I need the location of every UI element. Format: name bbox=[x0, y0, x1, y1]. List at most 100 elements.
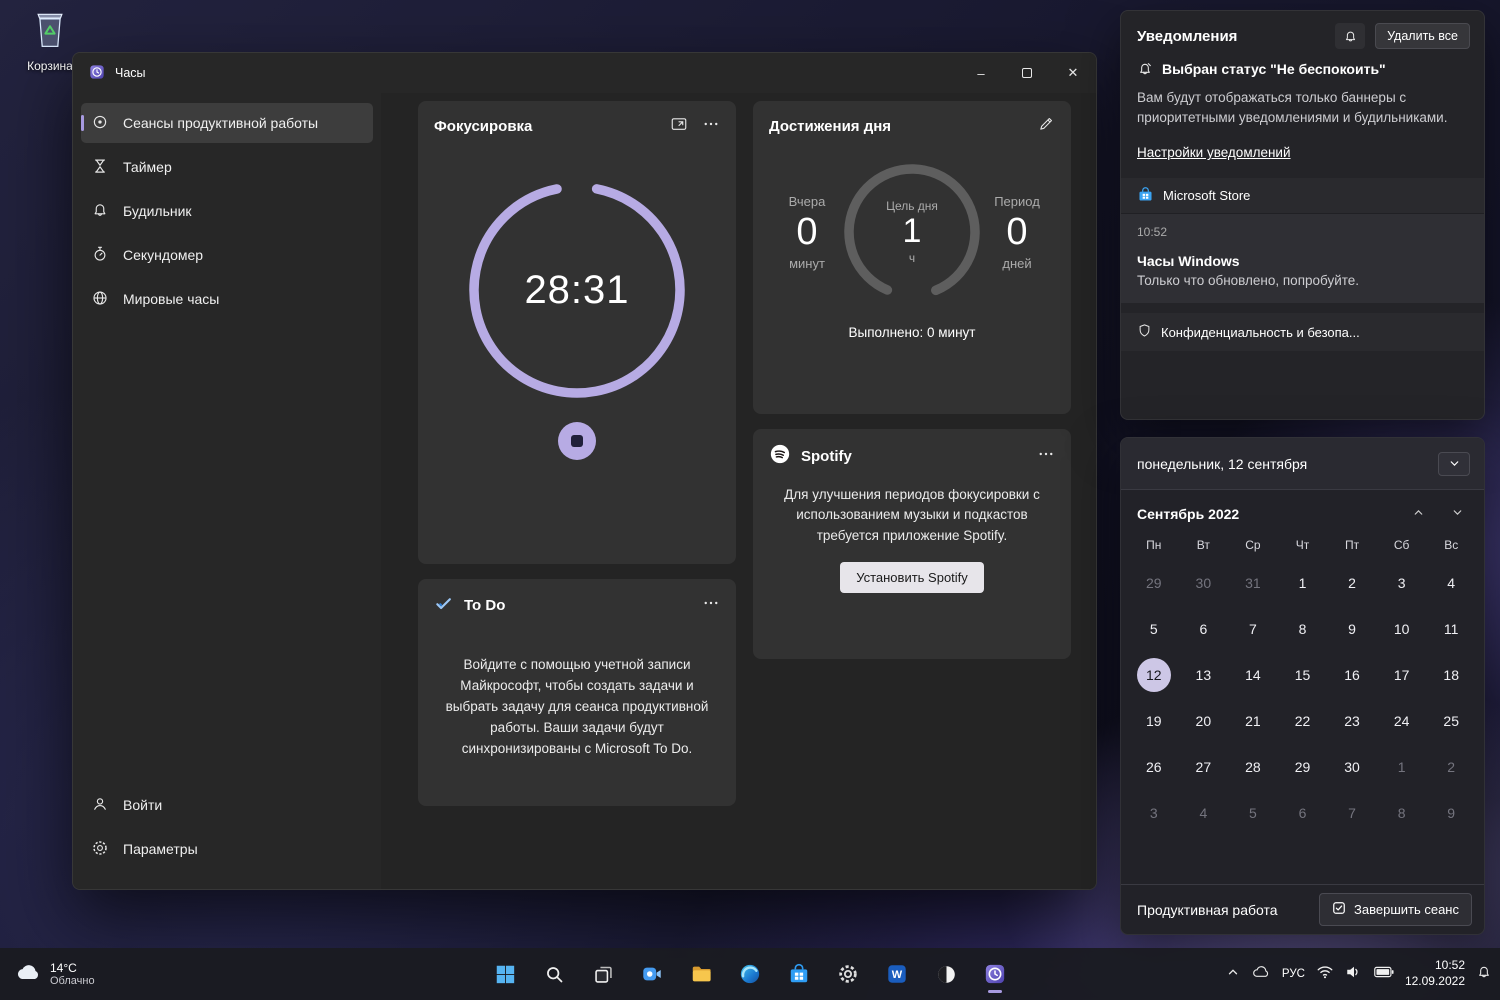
calendar-day-name: Пн bbox=[1146, 538, 1162, 552]
notification-body: Только что обновлено, попробуйте. bbox=[1137, 273, 1360, 289]
calendar-prev-month-icon[interactable] bbox=[1412, 506, 1425, 522]
calendar-day[interactable]: 2 bbox=[1327, 560, 1377, 606]
calendar-day[interactable]: 31 bbox=[1228, 560, 1278, 606]
sidebar-item-timer[interactable]: Таймер bbox=[81, 147, 373, 187]
calendar-day[interactable]: 22 bbox=[1278, 698, 1328, 744]
calendar-day[interactable]: 27 bbox=[1179, 744, 1229, 790]
clock-app-taskbar-icon[interactable] bbox=[975, 954, 1015, 994]
calendar-day[interactable]: 29 bbox=[1278, 744, 1328, 790]
start-button[interactable] bbox=[485, 954, 525, 994]
calendar-day[interactable]: 3 bbox=[1129, 790, 1179, 836]
chat-icon[interactable] bbox=[632, 954, 672, 994]
more-options-icon[interactable] bbox=[1037, 445, 1055, 468]
maximize-button[interactable] bbox=[1004, 53, 1050, 93]
notification-bell-icon[interactable] bbox=[1476, 964, 1492, 985]
sidebar: Сеансы продуктивной работы Таймер Будиль… bbox=[73, 93, 381, 889]
sidebar-item-focus-sessions[interactable]: Сеансы продуктивной работы bbox=[81, 103, 373, 143]
calendar-day[interactable]: 9 bbox=[1327, 606, 1377, 652]
clock-tray[interactable]: 10:52 12.09.2022 bbox=[1405, 958, 1465, 989]
battery-icon[interactable] bbox=[1374, 965, 1394, 984]
calendar-day[interactable]: 15 bbox=[1278, 652, 1328, 698]
calendar-day[interactable]: 12 bbox=[1129, 652, 1179, 698]
stop-session-button[interactable] bbox=[558, 422, 596, 460]
calendar-next-month-icon[interactable] bbox=[1451, 506, 1464, 522]
notification-settings-link[interactable]: Настройки уведомлений bbox=[1137, 145, 1291, 160]
wifi-icon[interactable] bbox=[1316, 964, 1334, 985]
completed-minutes: Выполнено: 0 минут bbox=[848, 325, 976, 340]
calendar-day[interactable]: 26 bbox=[1129, 744, 1179, 790]
collapsed-notification-group[interactable]: Конфиденциальность и безопа... bbox=[1121, 313, 1484, 352]
contrast-app-icon[interactable] bbox=[926, 954, 966, 994]
calendar-day[interactable]: 1 bbox=[1278, 560, 1328, 606]
onedrive-cloud-icon[interactable] bbox=[1251, 964, 1271, 985]
calendar-day[interactable]: 4 bbox=[1426, 560, 1476, 606]
notification-group-header[interactable]: Microsoft Store bbox=[1121, 178, 1484, 215]
calendar-day[interactable]: 19 bbox=[1129, 698, 1179, 744]
minimize-button[interactable]: – bbox=[958, 53, 1004, 93]
calendar-day[interactable]: 5 bbox=[1228, 790, 1278, 836]
settings-item[interactable]: Параметры bbox=[81, 829, 373, 869]
titlebar[interactable]: Часы – ✕ bbox=[73, 53, 1096, 93]
calendar-day[interactable]: 2 bbox=[1426, 744, 1476, 790]
calendar-day[interactable]: 10 bbox=[1377, 606, 1427, 652]
spotify-description: Для улучшения периодов фокусировки с исп… bbox=[784, 487, 1040, 543]
calendar-day[interactable]: 7 bbox=[1228, 606, 1278, 652]
search-icon[interactable] bbox=[534, 954, 574, 994]
calendar-day[interactable]: 13 bbox=[1179, 652, 1229, 698]
microsoft-store-icon[interactable] bbox=[779, 954, 819, 994]
calendar-day[interactable]: 6 bbox=[1179, 606, 1229, 652]
calendar-day[interactable]: 6 bbox=[1278, 790, 1328, 836]
calendar-day[interactable]: 25 bbox=[1426, 698, 1476, 744]
calendar-day[interactable]: 17 bbox=[1377, 652, 1427, 698]
more-options-icon[interactable] bbox=[702, 594, 720, 617]
weather-widget[interactable]: 14°C Облачно bbox=[14, 961, 95, 988]
sidebar-item-alarm[interactable]: Будильник bbox=[81, 191, 373, 231]
calendar-day[interactable]: 23 bbox=[1327, 698, 1377, 744]
compact-overlay-icon[interactable] bbox=[670, 115, 688, 138]
calendar-day[interactable]: 3 bbox=[1377, 560, 1427, 606]
calendar-day[interactable]: 7 bbox=[1327, 790, 1377, 836]
calendar-collapse-button[interactable] bbox=[1438, 451, 1470, 476]
edit-icon[interactable] bbox=[1038, 115, 1055, 137]
calendar-day[interactable]: 29 bbox=[1129, 560, 1179, 606]
more-options-icon[interactable] bbox=[702, 115, 720, 138]
install-spotify-button[interactable]: Установить Spotify bbox=[840, 561, 984, 593]
end-session-label: Завершить сеанс bbox=[1354, 902, 1459, 917]
sidebar-item-world-clock[interactable]: Мировые часы bbox=[81, 279, 373, 319]
calendar-day[interactable]: 30 bbox=[1327, 744, 1377, 790]
calendar-day[interactable]: 20 bbox=[1179, 698, 1229, 744]
calendar-day[interactable]: 9 bbox=[1426, 790, 1476, 836]
calendar-day[interactable]: 5 bbox=[1129, 606, 1179, 652]
calendar-day[interactable]: 14 bbox=[1228, 652, 1278, 698]
show-hidden-icons-chevron[interactable] bbox=[1226, 965, 1240, 984]
notification-settings-icon[interactable] bbox=[1335, 23, 1366, 49]
sidebar-item-stopwatch[interactable]: Секундомер bbox=[81, 235, 373, 275]
end-session-button[interactable]: Завершить сеанс bbox=[1319, 893, 1472, 926]
calendar-day[interactable]: 1 bbox=[1377, 744, 1427, 790]
timer-icon bbox=[91, 157, 109, 178]
calendar-day[interactable]: 21 bbox=[1228, 698, 1278, 744]
language-indicator[interactable]: РУС bbox=[1282, 968, 1305, 980]
sign-in-item[interactable]: Войти bbox=[81, 785, 373, 825]
calendar-day[interactable]: 30 bbox=[1179, 560, 1229, 606]
calendar-day[interactable]: 4 bbox=[1179, 790, 1229, 836]
calendar-day[interactable]: 8 bbox=[1377, 790, 1427, 836]
calendar-day[interactable]: 24 bbox=[1377, 698, 1427, 744]
goal-value: 1 bbox=[902, 212, 922, 251]
calendar-day[interactable]: 18 bbox=[1426, 652, 1476, 698]
calendar-day[interactable]: 11 bbox=[1426, 606, 1476, 652]
edge-browser-icon[interactable] bbox=[730, 954, 770, 994]
calendar-day[interactable]: 8 bbox=[1278, 606, 1328, 652]
task-view-icon[interactable] bbox=[583, 954, 623, 994]
notification-item[interactable]: 10:52 Часы Windows Только что обновлено,… bbox=[1121, 214, 1484, 304]
main-content: Фокусировка 28:31 Достижения дня Вчера 0… bbox=[381, 93, 1096, 889]
calendar-day[interactable]: 16 bbox=[1327, 652, 1377, 698]
word-icon[interactable]: W bbox=[877, 954, 917, 994]
volume-icon[interactable] bbox=[1345, 964, 1363, 985]
dnd-status: Выбран статус "Не беспокоить" Вам будут … bbox=[1121, 59, 1484, 162]
close-button[interactable]: ✕ bbox=[1050, 53, 1096, 93]
clear-all-button[interactable]: Удалить все bbox=[1375, 23, 1470, 49]
file-explorer-icon[interactable] bbox=[681, 954, 721, 994]
settings-gear-icon[interactable] bbox=[828, 954, 868, 994]
calendar-day[interactable]: 28 bbox=[1228, 744, 1278, 790]
